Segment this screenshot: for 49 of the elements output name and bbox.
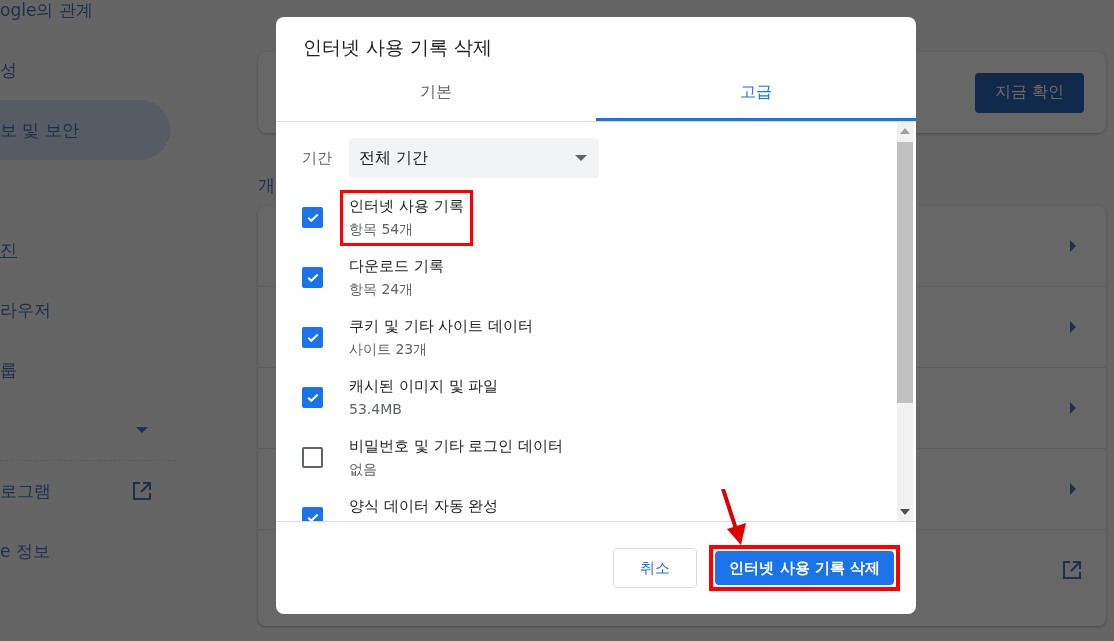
delete-history-button[interactable]: 인터넷 사용 기록 삭제 [715, 551, 894, 585]
scroll-up-icon[interactable] [900, 128, 910, 134]
caret-icon [136, 427, 148, 433]
item-detail: 항목 54개 [349, 220, 415, 239]
sidebar-item[interactable]: ogle의 관계 [0, 0, 170, 40]
check-now-button[interactable]: 지금 확인 [975, 72, 1084, 113]
item-detail: 사이트 23개 [349, 340, 429, 359]
cancel-button[interactable]: 취소 [613, 548, 698, 588]
item-label: 인터넷 사용 기록 [349, 196, 464, 217]
tab[interactable]: 고급 [596, 69, 916, 121]
item-detail: 없음 [349, 460, 378, 479]
check-icon [306, 513, 319, 521]
item-label: 비밀번호 및 기타 로그인 데이터 [349, 436, 564, 457]
dialog-title: 인터넷 사용 기록 삭제 [302, 35, 494, 60]
checkbox[interactable] [302, 327, 323, 348]
arrow-right-icon[interactable] [1070, 240, 1076, 252]
arrow-right-icon[interactable] [1070, 483, 1076, 495]
scrollbar[interactable] [897, 122, 913, 521]
sidebar-item[interactable]: 룹 [0, 340, 170, 400]
scroll-down-icon[interactable] [900, 509, 910, 515]
arrow-right-icon[interactable] [1070, 321, 1076, 333]
tab[interactable]: 기본 [276, 69, 596, 121]
checkbox[interactable] [302, 387, 323, 408]
item-label: 쿠키 및 기타 사이트 데이터 [349, 316, 534, 337]
period-label: 기간 [302, 148, 333, 168]
check-icon [306, 213, 319, 222]
sidebar-item[interactable]: e 정보 [0, 521, 170, 581]
item-label: 다운로드 기록 [349, 256, 444, 277]
check-icon [306, 333, 319, 342]
external-link-icon[interactable] [1062, 560, 1082, 580]
sidebar-item[interactable]: 라우저 [0, 280, 170, 340]
sidebar-item[interactable]: 성 [0, 40, 170, 100]
check-icon [306, 273, 319, 282]
checkbox[interactable] [302, 207, 323, 228]
period-dropdown[interactable]: 전체 기간 [349, 138, 599, 178]
item-detail: 53.4MB [349, 400, 403, 419]
checkbox[interactable] [302, 447, 323, 468]
sidebar-item[interactable]: 보 및 보안 [0, 100, 170, 160]
checkbox[interactable] [302, 267, 323, 288]
item-label: 캐시된 이미지 및 파일 [349, 376, 499, 397]
sidebar-item[interactable]: 진 [0, 220, 170, 280]
item-detail: 항목 24개 [349, 280, 415, 299]
item-label: 양식 데이터 자동 완성 [349, 496, 499, 517]
dropdown-arrow-icon [575, 155, 587, 161]
check-icon [306, 393, 319, 402]
arrow-right-icon[interactable] [1070, 402, 1076, 414]
external-link-icon [132, 481, 152, 501]
section-heading: 개 [258, 174, 275, 196]
sidebar-item[interactable]: 로그램 [0, 461, 170, 521]
